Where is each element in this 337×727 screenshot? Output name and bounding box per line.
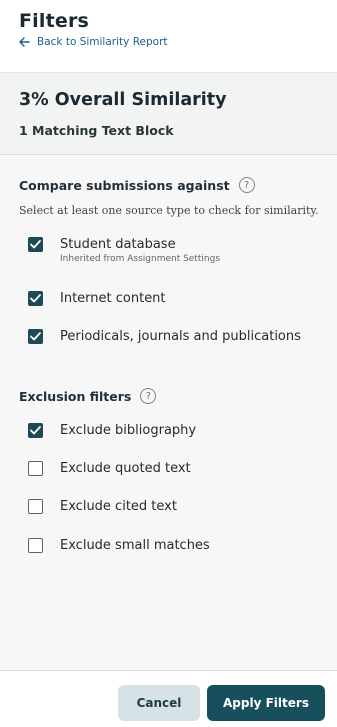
- option-label: Student database: [60, 237, 176, 252]
- page-title: Filters: [19, 10, 90, 32]
- overall-similarity: 3% Overall Similarity: [19, 90, 227, 110]
- similarity-summary: 3% Overall Similarity 1 Matching Text Bl…: [0, 72, 337, 155]
- option-label: Exclude bibliography: [60, 423, 197, 438]
- checkbox-checked-icon[interactable]: [28, 423, 43, 438]
- exclusion-section-title: Exclusion filters ?: [19, 388, 157, 404]
- option-label: Exclude quoted text: [60, 461, 191, 476]
- checkbox-unchecked-icon[interactable]: [28, 461, 43, 476]
- compare-hint: Select at least one source type to check…: [19, 204, 319, 217]
- option-exclude-cited[interactable]: Exclude cited text: [28, 499, 177, 514]
- help-icon[interactable]: ?: [238, 177, 255, 193]
- checkbox-checked-icon[interactable]: [28, 291, 43, 306]
- option-label: Periodicals, journals and publications: [60, 329, 301, 344]
- option-exclude-small-matches[interactable]: Exclude small matches: [28, 538, 210, 553]
- option-student-database[interactable]: Student database Inherited from Assignme…: [28, 237, 220, 264]
- back-to-report-link[interactable]: Back to Similarity Report: [19, 36, 337, 48]
- option-periodicals[interactable]: Periodicals, journals and publications: [28, 329, 301, 344]
- option-label: Exclude small matches: [60, 538, 210, 553]
- checkbox-checked-icon[interactable]: [28, 329, 43, 344]
- exclusion-title-label: Exclusion filters: [19, 388, 132, 404]
- arrow-left-icon: [19, 37, 30, 47]
- option-sublabel: Inherited from Assignment Settings: [60, 254, 221, 264]
- checkbox-unchecked-icon[interactable]: [28, 499, 43, 514]
- back-link-label: Back to Similarity Report: [37, 36, 168, 48]
- option-exclude-bibliography[interactable]: Exclude bibliography: [28, 423, 196, 438]
- option-internet-content[interactable]: Internet content: [28, 291, 166, 306]
- help-icon[interactable]: ?: [140, 388, 157, 404]
- option-label: Exclude cited text: [60, 499, 177, 514]
- option-exclude-quoted[interactable]: Exclude quoted text: [28, 461, 191, 476]
- filters-footer: Cancel Apply Filters: [0, 670, 337, 727]
- filters-header: Filters Back to Similarity Report: [0, 0, 337, 72]
- cancel-button[interactable]: Cancel: [118, 685, 200, 721]
- matching-blocks: 1 Matching Text Block: [19, 123, 174, 138]
- checkbox-unchecked-icon[interactable]: [28, 538, 43, 553]
- checkbox-checked-icon[interactable]: [28, 237, 43, 252]
- filters-panel: Compare submissions against ? Select at …: [0, 155, 337, 670]
- compare-section-title: Compare submissions against ?: [19, 177, 255, 193]
- option-label: Internet content: [60, 291, 166, 306]
- compare-title-label: Compare submissions against: [19, 177, 230, 193]
- apply-filters-button[interactable]: Apply Filters: [207, 685, 325, 721]
